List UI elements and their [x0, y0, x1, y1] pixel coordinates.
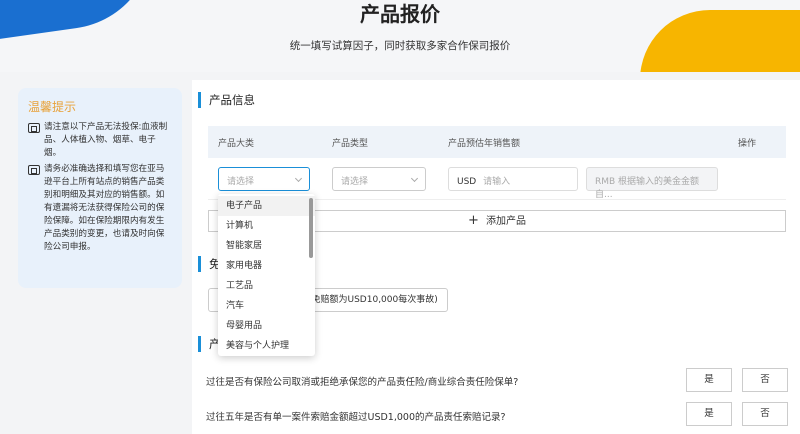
col-type: 产品类型: [332, 139, 369, 149]
q1-no-button[interactable]: 否: [742, 368, 788, 392]
chevron-down-icon: [294, 174, 303, 183]
q2-no-button[interactable]: 否: [742, 402, 788, 426]
usd-sales-input[interactable]: USD 请输入: [448, 167, 578, 191]
dropdown-option[interactable]: 汽车: [218, 296, 315, 316]
book-icon: [28, 165, 40, 175]
question-claims: 过往五年是否有单一案件索赔金额超过USD1,000的产品责任索赔记录?: [206, 412, 506, 423]
page-title: 产品报价: [360, 2, 440, 26]
book-icon: [28, 123, 40, 133]
col-action: 操作: [738, 139, 757, 149]
tips-title: 温馨提示: [28, 100, 77, 114]
dropdown-scrollbar[interactable]: [309, 198, 313, 258]
page-header: 产品报价 统一填写试算因子，同时获取多家合作保司报价: [0, 0, 800, 72]
category-select[interactable]: 请选择: [218, 167, 310, 191]
category-dropdown: 电子产品 计算机 智能家居 家用电器 工艺品 汽车 母婴用品 美容与个人护理: [218, 194, 315, 356]
q1-yes-button[interactable]: 是: [686, 368, 732, 392]
dropdown-option[interactable]: 美容与个人护理: [218, 336, 315, 356]
product-info-title: 产品信息: [198, 92, 255, 108]
page-subtitle: 统一填写试算因子，同时获取多家合作保司报价: [289, 40, 511, 52]
product-table-header: 产品大类 产品类型 产品预估年销售额 操作: [208, 126, 786, 158]
rmb-sales-input: RMB 根据输入的美金金额自...: [586, 167, 718, 200]
question-cancelled: 过往是否有保险公司取消或拒绝承保您的产品责任险/商业综合责任险保单?: [206, 377, 519, 388]
dropdown-option[interactable]: 母婴用品: [218, 316, 315, 336]
tip-item: 请注意以下产品无法投保:血液制品、人体植入物、烟草、电子烟。: [28, 121, 172, 160]
col-category: 产品大类: [218, 139, 255, 149]
tip-item: 请务必准确选择和填写您在亚马逊平台上所有站点的销售产品类别和明细及其对应的销售额…: [28, 163, 172, 254]
q2-yes-button[interactable]: 是: [686, 402, 732, 426]
dropdown-option[interactable]: 家用电器: [218, 256, 315, 276]
tip-text: 请注意以下产品无法投保:血液制品、人体植入物、烟草、电子烟。: [44, 122, 168, 158]
chevron-down-icon: [410, 174, 419, 183]
tip-text: 请务必准确选择和填写您在亚马逊平台上所有站点的销售产品类别和明细及其对应的销售额…: [44, 164, 165, 252]
dropdown-option[interactable]: 计算机: [218, 216, 315, 236]
dropdown-option[interactable]: 智能家居: [218, 236, 315, 256]
dropdown-option[interactable]: 电子产品: [218, 196, 315, 216]
col-sales: 产品预估年销售额: [448, 139, 521, 149]
type-select[interactable]: 请选择: [332, 167, 426, 191]
plus-icon: +: [467, 213, 479, 228]
tips-card: 温馨提示 请注意以下产品无法投保:血液制品、人体植入物、烟草、电子烟。 请务必准…: [18, 88, 182, 288]
dropdown-option[interactable]: 工艺品: [218, 276, 315, 296]
